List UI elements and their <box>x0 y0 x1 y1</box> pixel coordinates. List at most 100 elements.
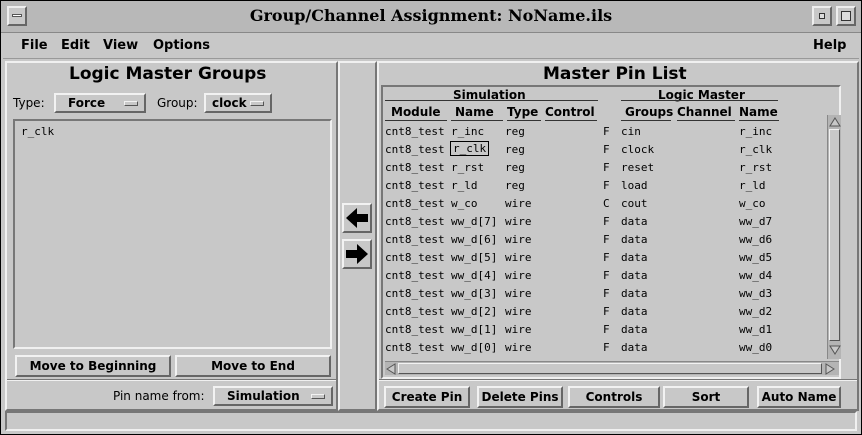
cell-control: F <box>603 143 610 156</box>
list-item[interactable]: r_clk <box>21 125 54 138</box>
cell-module: cnt8_test <box>385 269 445 282</box>
cell-lm-name: ww_d0 <box>739 341 773 354</box>
cell-lm-name: r_inc <box>739 125 773 138</box>
cell-groups: data <box>621 305 648 318</box>
col-control[interactable]: Control <box>545 105 597 121</box>
table-row[interactable]: cnt8_test ww_d[4] wire Fdata ww_d4 <box>383 267 825 285</box>
col-sim-name[interactable]: Name <box>451 105 503 121</box>
cell-groups: data <box>621 233 648 246</box>
cell-module: cnt8_test <box>385 161 445 174</box>
group-select-value: clock <box>212 96 247 110</box>
table-row[interactable]: cnt8_test ww_d[3] wire Fdata ww_d3 <box>383 285 825 303</box>
move-to-beginning-button[interactable]: Move to Beginning <box>15 355 171 377</box>
cell-lm-name: ww_d4 <box>739 269 773 282</box>
option-menu-icon <box>124 101 138 106</box>
cell-groups: data <box>621 251 648 264</box>
cell-lm-name: ww_d7 <box>739 215 773 228</box>
divider <box>621 100 778 101</box>
create-pin-button[interactable]: Create Pin <box>384 386 470 408</box>
cell-groups: data <box>621 269 648 282</box>
cell-control: F <box>603 251 610 264</box>
cell-type: wire <box>505 305 532 318</box>
cell-control: F <box>603 323 610 336</box>
cell-groups: clock <box>621 143 655 156</box>
scroll-up-icon[interactable] <box>829 117 841 127</box>
scroll-left-icon[interactable] <box>386 363 396 375</box>
table-row[interactable]: cnt8_test ww_d[5] wire Fdata ww_d5 <box>383 249 825 267</box>
col-module[interactable]: Module <box>385 105 447 121</box>
col-channel[interactable]: Channel <box>677 105 735 121</box>
cell-lm-name: r_clk <box>739 143 773 156</box>
divider <box>385 100 598 101</box>
move-left-button[interactable] <box>342 203 372 233</box>
status-bar <box>5 411 857 431</box>
cell-sim-name: w_co <box>451 197 478 210</box>
pin-name-from-label: Pin name from: <box>113 389 205 403</box>
table-row[interactable]: cnt8_test r_clk reg Fclock r_clk <box>383 141 825 159</box>
cell-sim-name: ww_d[5] <box>451 251 498 264</box>
menu-view[interactable]: View <box>103 38 138 53</box>
cell-type: wire <box>505 269 532 282</box>
cell-module: cnt8_test <box>385 287 445 300</box>
title-bar[interactable]: Group/Channel Assignment: NoName.ils <box>1 1 861 33</box>
cell-control: F <box>603 215 610 228</box>
cell-sim-name: r_inc <box>451 125 485 138</box>
cell-control: F <box>603 269 610 282</box>
table-row[interactable]: cnt8_test w_co wire Ccout w_co <box>383 195 825 213</box>
window-title: Group/Channel Assignment: NoName.ils <box>249 6 613 25</box>
menu-file[interactable]: File <box>21 38 48 53</box>
cell-type: wire <box>505 215 532 228</box>
col-groups[interactable]: Groups <box>621 105 673 121</box>
scroll-right-icon[interactable] <box>825 363 835 375</box>
pin-name-from-value: Simulation <box>227 389 300 403</box>
delete-pins-button[interactable]: Delete Pins <box>477 386 563 408</box>
table-row[interactable]: cnt8_test ww_d[7] wire Fdata ww_d7 <box>383 213 825 231</box>
col-type[interactable]: Type <box>507 105 541 121</box>
cell-control: F <box>603 161 610 174</box>
controls-button[interactable]: Controls <box>568 386 660 408</box>
cell-module: cnt8_test <box>385 143 445 156</box>
table-row[interactable]: cnt8_test r_rst reg Freset r_rst <box>383 159 825 177</box>
main-window: Group/Channel Assignment: NoName.ils Fil… <box>0 0 862 435</box>
scroll-down-icon[interactable] <box>829 345 841 355</box>
cell-groups: data <box>621 287 648 300</box>
group-select[interactable]: clock <box>204 93 272 113</box>
minimize-button[interactable] <box>812 6 832 26</box>
menu-edit[interactable]: Edit <box>61 38 90 53</box>
vertical-scrollbar[interactable] <box>827 115 841 359</box>
cell-type: wire <box>505 197 532 210</box>
move-right-button[interactable] <box>342 239 372 269</box>
cell-sim-name: ww_d[6] <box>451 233 498 246</box>
horizontal-scroll-thumb[interactable] <box>398 363 822 374</box>
table-row[interactable]: cnt8_test ww_d[6] wire Fdata ww_d6 <box>383 231 825 249</box>
col-lm-name[interactable]: Name <box>739 105 779 121</box>
cell-lm-name: ww_d2 <box>739 305 773 318</box>
divider <box>7 379 336 381</box>
logic-master-groups-pane: Logic Master Groups Type: Force Group: c… <box>5 61 338 411</box>
table-row[interactable]: cnt8_test r_ld reg Fload r_ld <box>383 177 825 195</box>
cell-module: cnt8_test <box>385 341 445 354</box>
sort-button[interactable]: Sort <box>663 386 749 408</box>
vertical-scroll-thumb[interactable] <box>829 129 840 341</box>
table-row[interactable]: cnt8_test r_inc reg Fcin r_inc <box>383 123 825 141</box>
cell-sim-name: r_clk <box>449 141 490 156</box>
pin-name-from-select[interactable]: Simulation <box>213 386 333 406</box>
type-select[interactable]: Force <box>54 93 146 113</box>
cell-type: reg <box>505 161 525 174</box>
menu-help[interactable]: Help <box>813 38 846 53</box>
cell-module: cnt8_test <box>385 215 445 228</box>
move-to-end-button[interactable]: Move to End <box>175 355 331 377</box>
horizontal-scrollbar[interactable] <box>385 361 839 375</box>
maximize-button[interactable] <box>836 6 856 26</box>
table-row[interactable]: cnt8_test ww_d[0] wire Fdata ww_d0 <box>383 339 825 357</box>
table-row[interactable]: cnt8_test ww_d[1] wire Fdata ww_d1 <box>383 321 825 339</box>
type-select-value: Force <box>68 96 106 110</box>
pin-table[interactable]: Simulation Logic Master Module Name Type… <box>381 85 841 379</box>
auto-name-button[interactable]: Auto Name <box>757 386 841 408</box>
cell-control: F <box>603 287 610 300</box>
cell-groups: cout <box>621 197 648 210</box>
table-row[interactable]: cnt8_test ww_d[2] wire Fdata ww_d2 <box>383 303 825 321</box>
group-pin-list[interactable]: r_clk <box>13 119 332 349</box>
menu-options[interactable]: Options <box>153 38 210 53</box>
group-label: Group: <box>157 96 198 110</box>
